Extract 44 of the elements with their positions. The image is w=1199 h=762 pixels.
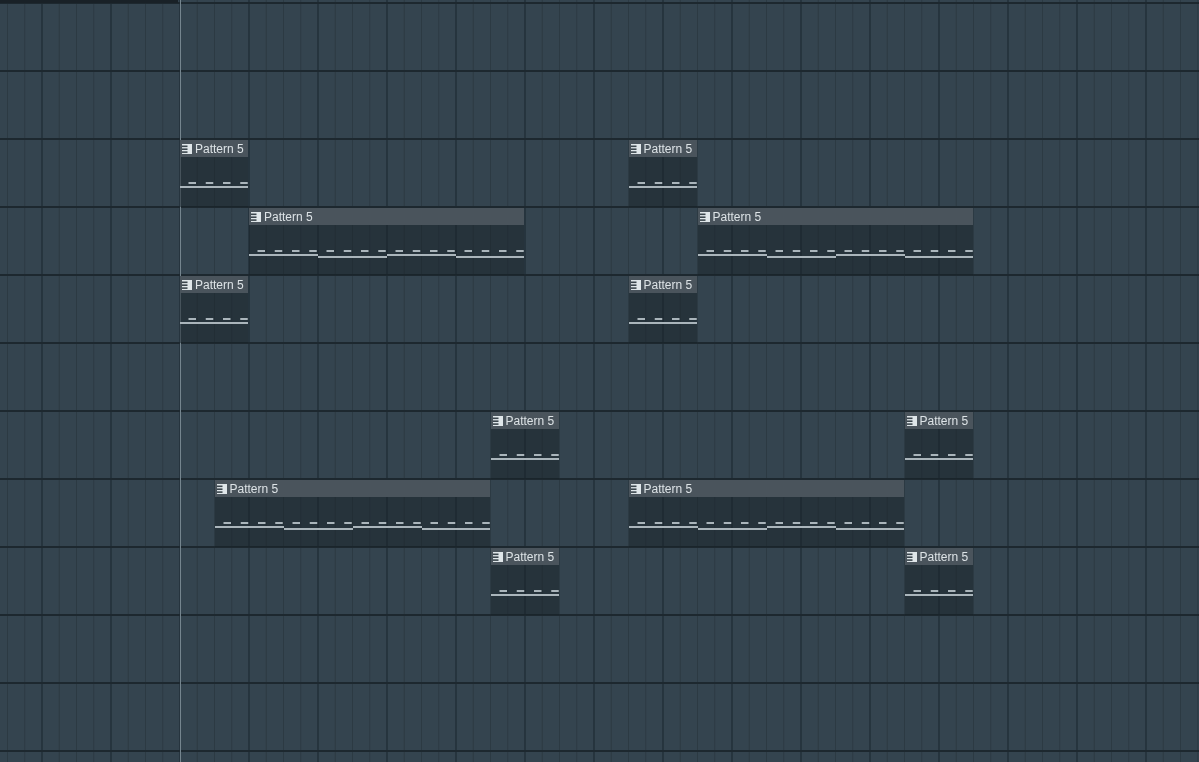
pattern-clip[interactable]: Pattern 5 (180, 140, 248, 207)
pattern-clip[interactable]: Pattern 5 (904, 412, 973, 479)
piano-keys-icon (492, 415, 503, 426)
clip-name: Pattern 5 (643, 141, 693, 156)
piano-keys-icon (906, 415, 917, 426)
clip-name: Pattern 5 (712, 209, 762, 224)
piano-keys-icon (182, 143, 192, 154)
pattern-clip[interactable]: Pattern 5 (490, 412, 559, 479)
piano-keys-icon (699, 211, 710, 222)
piano-keys-icon (492, 551, 503, 562)
clip-name: Pattern 5 (919, 549, 969, 564)
clip-name: Pattern 5 (195, 277, 244, 292)
piano-keys-icon (630, 143, 641, 154)
pattern-clip[interactable]: Pattern 5 (180, 276, 248, 343)
note-preview (490, 590, 559, 598)
pattern-clip[interactable]: Pattern 5 (249, 208, 524, 275)
piano-keys-icon (906, 551, 917, 562)
piano-keys-icon (630, 483, 641, 494)
note-preview (904, 590, 973, 598)
note-preview (490, 454, 559, 462)
clip-name: Pattern 5 (643, 277, 693, 292)
clip-name: Pattern 5 (643, 481, 693, 496)
clip-name: Pattern 5 (195, 141, 244, 156)
clip-name: Pattern 5 (229, 481, 279, 496)
piano-keys-icon (216, 483, 227, 494)
note-preview (628, 182, 697, 190)
note-preview (904, 454, 973, 462)
piano-keys-icon (182, 279, 192, 290)
note-preview (180, 318, 248, 326)
pattern-clip[interactable]: Pattern 5 (628, 480, 904, 547)
clip-name: Pattern 5 (264, 209, 313, 224)
clip-name: Pattern 5 (919, 413, 969, 428)
pattern-clip[interactable]: Pattern 5 (904, 548, 973, 615)
clip-name: Pattern 5 (505, 413, 555, 428)
note-preview (180, 182, 248, 190)
piano-keys-icon (630, 279, 641, 290)
pattern-clip[interactable]: Pattern 5 (628, 276, 697, 343)
note-preview (628, 318, 697, 326)
pattern-clip[interactable]: Pattern 5 (628, 140, 697, 207)
pattern-clip[interactable]: Pattern 5 (214, 480, 490, 547)
pattern-clip[interactable]: Pattern 5 (697, 208, 973, 275)
pattern-clip[interactable]: Pattern 5 (490, 548, 559, 615)
clip-name: Pattern 5 (505, 549, 555, 564)
piano-keys-icon (251, 211, 261, 222)
